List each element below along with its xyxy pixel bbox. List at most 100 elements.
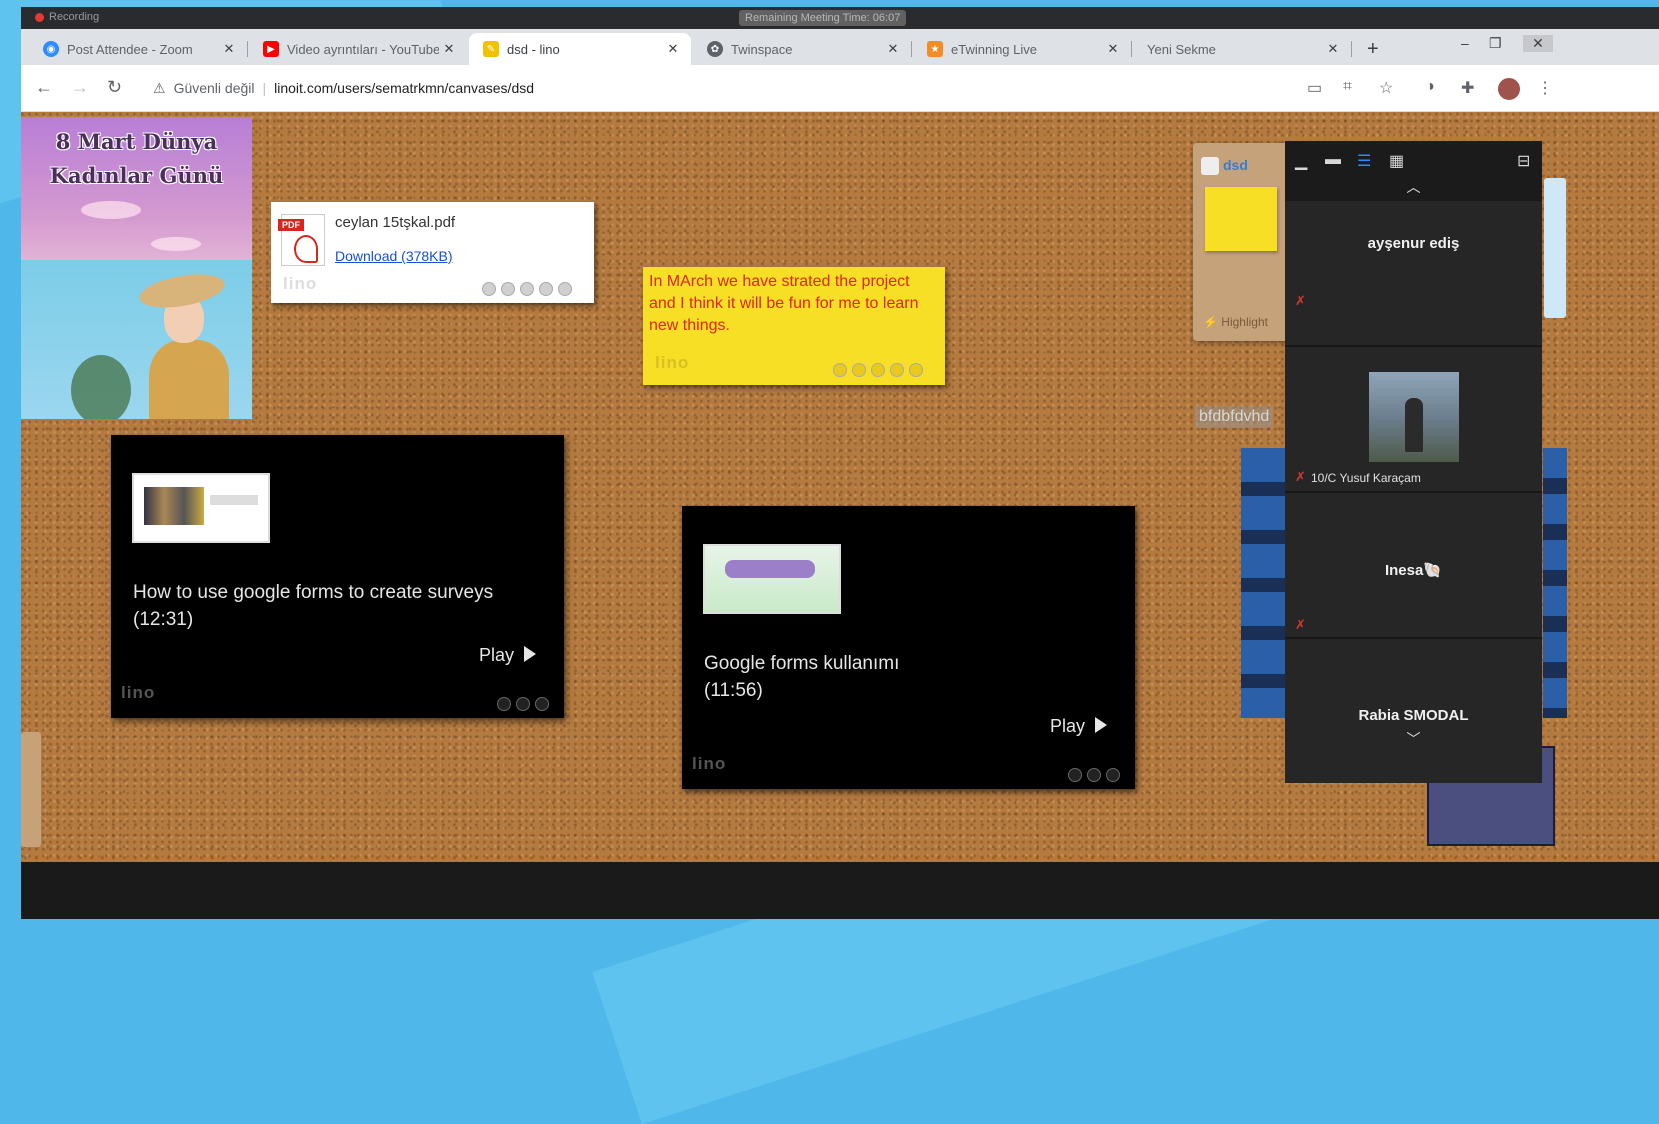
- lino-logo: lino: [692, 754, 727, 773]
- photo-strip[interactable]: [1241, 448, 1291, 718]
- twinspace-icon: ✿: [707, 41, 723, 57]
- circle-icon[interactable]: [852, 363, 866, 377]
- address-bar[interactable]: ⚠ Güvenli değil | linoit.com/users/semat…: [153, 74, 1153, 102]
- photo-strip-right[interactable]: [1543, 448, 1567, 718]
- participant-tile[interactable]: Inesa🐚 ✗: [1285, 493, 1542, 639]
- check-icon[interactable]: [1106, 768, 1120, 782]
- back-icon[interactable]: ←: [35, 77, 53, 98]
- info-icon[interactable]: [1068, 768, 1082, 782]
- canvas-name[interactable]: dsd: [1223, 157, 1248, 173]
- info-icon[interactable]: [520, 282, 534, 296]
- strip-view-icon[interactable]: ☰: [1357, 151, 1371, 171]
- left-side-handle[interactable]: [21, 732, 41, 847]
- minimize-icon[interactable]: –: [1461, 35, 1469, 51]
- lino-canvas[interactable]: 8 Mart Dünya Kadınlar Günü PDF ceylan 15…: [21, 112, 1659, 862]
- sticky-text: In MArch we have strated the project and…: [649, 273, 919, 334]
- video-thumbnail[interactable]: [703, 544, 841, 614]
- tab-youtube[interactable]: ▶ Video ayrıntıları - YouTube ✕: [249, 33, 467, 65]
- recording-label: Recording: [49, 11, 100, 23]
- pdf-download-link[interactable]: Download (378KB): [335, 248, 453, 264]
- circle-icon[interactable]: [1087, 768, 1101, 782]
- play-button[interactable]: Play: [1050, 716, 1108, 737]
- scroll-down-icon[interactable]: ﹀: [1285, 727, 1542, 753]
- check-icon[interactable]: [909, 363, 923, 377]
- tab-lino[interactable]: ✎ dsd - lino ✕: [469, 33, 691, 65]
- insecure-label: Güvenli değil: [173, 80, 255, 96]
- tab-label: Video ayrıntıları - YouTube: [287, 41, 439, 57]
- canvas-thumbnail: [1205, 187, 1277, 251]
- circle-icon[interactable]: [516, 697, 530, 711]
- pdf-note[interactable]: PDF ceylan 15tşkal.pdf Download (378KB) …: [271, 202, 594, 303]
- speaker-view-icon[interactable]: ▬: [1325, 151, 1341, 169]
- womens-day-poster[interactable]: 8 Mart Dünya Kadınlar Günü: [21, 117, 252, 419]
- tab-label: dsd - lino: [507, 41, 560, 57]
- minimize-icon[interactable]: ▁: [1295, 151, 1307, 171]
- new-tab-button[interactable]: +: [1367, 33, 1395, 65]
- video-card-1[interactable]: How to use google forms to create survey…: [111, 435, 564, 718]
- muted-mic-icon: ✗: [1295, 617, 1306, 632]
- tab-twinspace[interactable]: ✿ Twinspace ✕: [693, 33, 912, 65]
- panel-header: ▁ ▬ ☰ ▦ ⊟ ︿: [1285, 141, 1542, 201]
- tab-label: eTwinning Live: [951, 41, 1037, 57]
- check-icon[interactable]: [833, 363, 847, 377]
- browser-toolbar: ← → ↻ ⚠ Güvenli değil | linoit.com/users…: [21, 65, 1659, 112]
- lino-icon: ✎: [483, 41, 499, 57]
- participant-video: [1369, 372, 1459, 462]
- extensions-puzzle-icon[interactable]: ✚: [1461, 78, 1474, 98]
- tab-label: Twinspace: [731, 41, 793, 57]
- close-icon[interactable]: ✕: [439, 41, 459, 57]
- circle-icon[interactable]: [890, 363, 904, 377]
- check-icon[interactable]: [535, 697, 549, 711]
- play-button[interactable]: Play: [479, 645, 537, 666]
- right-side-tab[interactable]: [1544, 178, 1566, 318]
- circle-icon[interactable]: [539, 282, 553, 296]
- close-icon[interactable]: ✕: [1323, 41, 1343, 57]
- note-actions: [833, 363, 923, 377]
- info-icon[interactable]: [871, 363, 885, 377]
- scroll-up-icon[interactable]: ︿: [1285, 177, 1542, 197]
- info-icon[interactable]: [497, 697, 511, 711]
- lino-logo: lino: [121, 683, 156, 702]
- participant-label: 10/C Yusuf Karaçam: [1311, 471, 1421, 485]
- forward-icon[interactable]: →: [71, 77, 89, 98]
- bookmark-star-icon[interactable]: ☆: [1379, 78, 1393, 98]
- check-icon[interactable]: [558, 282, 572, 296]
- record-icon: [35, 13, 44, 22]
- close-icon[interactable]: ✕: [1103, 41, 1123, 57]
- reload-icon[interactable]: ↻: [107, 77, 122, 98]
- highlight-label[interactable]: ⚡ Highlight: [1203, 315, 1268, 329]
- muted-mic-icon: ✗: [1295, 293, 1306, 308]
- participant-name: Inesa🐚: [1384, 562, 1443, 579]
- gallery-view-icon[interactable]: ▦: [1389, 151, 1404, 171]
- recording-banner: Recording Remaining Meeting Time: 06:07: [21, 7, 1659, 29]
- video-card-2[interactable]: Google forms kullanımı (11:56) Play lino: [682, 506, 1135, 789]
- restore-icon[interactable]: ❐: [1489, 35, 1502, 52]
- exit-panel-icon[interactable]: ⊟: [1517, 151, 1530, 171]
- close-icon[interactable]: ✕: [663, 41, 683, 57]
- close-icon[interactable]: ✕: [883, 41, 903, 57]
- close-icon[interactable]: ✕: [219, 41, 239, 57]
- participant-tile[interactable]: Rabia SMODAL: [1285, 639, 1542, 783]
- menu-kebab-icon[interactable]: ⋮: [1537, 78, 1553, 98]
- video-title: How to use google forms to create survey…: [133, 582, 494, 630]
- screenshot-icon[interactable]: ⌗: [1343, 78, 1352, 96]
- participant-tile[interactable]: ayşenur ediş ✗: [1285, 201, 1542, 347]
- participant-tile[interactable]: ✗ 10/C Yusuf Karaçam: [1285, 347, 1542, 493]
- meeting-time: Remaining Meeting Time: 06:07: [739, 10, 907, 26]
- side-text-note[interactable]: bfdbfdvhd: [1195, 406, 1274, 428]
- canvas-card-dsd[interactable]: dsd ⚡ Highlight: [1193, 143, 1293, 341]
- check-icon[interactable]: [482, 282, 496, 296]
- cast-icon[interactable]: ▭: [1307, 78, 1322, 98]
- extension-circle-icon[interactable]: ◑: [1425, 78, 1435, 96]
- circle-icon[interactable]: [501, 282, 515, 296]
- tab-zoom[interactable]: ◉ Post Attendee - Zoom ✕: [29, 33, 248, 65]
- tab-etwinning[interactable]: ★ eTwinning Live ✕: [913, 33, 1132, 65]
- yellow-sticky-note[interactable]: In MArch we have strated the project and…: [643, 267, 945, 385]
- browser-window: Recording Remaining Meeting Time: 06:07 …: [21, 7, 1659, 919]
- profile-avatar[interactable]: [1497, 77, 1521, 101]
- poster-photo: [21, 260, 252, 419]
- window-close-icon[interactable]: ✕: [1523, 35, 1553, 52]
- zoom-icon: ◉: [43, 41, 59, 57]
- tab-new[interactable]: Yeni Sekme ✕: [1133, 33, 1352, 65]
- video-thumbnail[interactable]: [132, 473, 270, 543]
